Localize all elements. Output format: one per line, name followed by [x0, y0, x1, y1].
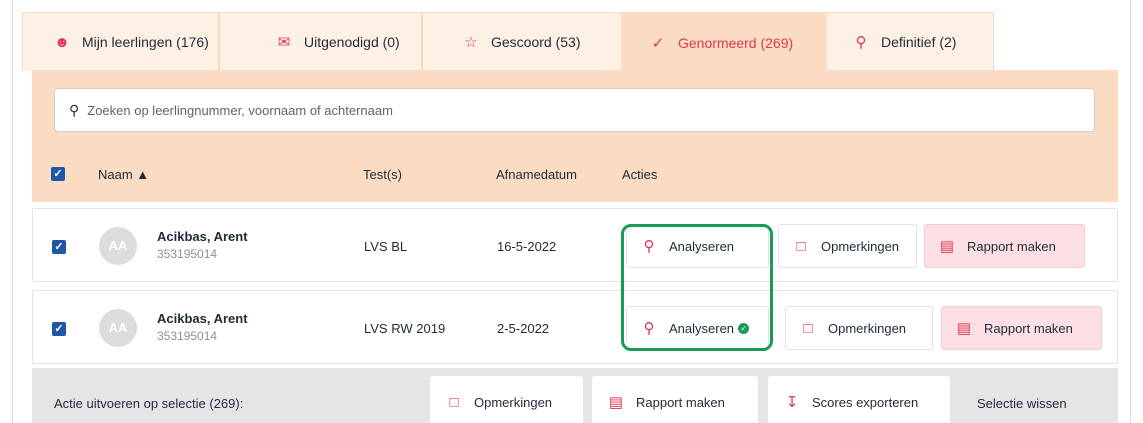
- student-number: 353195014: [157, 329, 218, 343]
- bulk-report-label: Rapport maken: [636, 394, 725, 410]
- column-header-name[interactable]: Naam ▲: [98, 167, 149, 182]
- download-icon: ↧: [785, 394, 799, 411]
- award-icon: ⚲: [855, 34, 867, 51]
- selection-action-bar: Actie uitvoeren op selectie (269): □ Opm…: [32, 368, 1118, 423]
- report-button[interactable]: ▤ Rapport maken: [941, 306, 1102, 350]
- remarks-button[interactable]: □ Opmerkingen: [778, 224, 917, 268]
- remarks-button[interactable]: □ Opmerkingen: [785, 306, 933, 350]
- search-placeholder: Zoeken op leerlingnummer, voornaam of ac…: [87, 102, 393, 118]
- tab-label: Definitief (2): [881, 34, 957, 50]
- student-number: 353195014: [157, 247, 218, 261]
- highlight-frame: [621, 224, 773, 351]
- student-name: Acikbas, Arent: [157, 229, 248, 244]
- student-name: Acikbas, Arent: [157, 311, 248, 326]
- remarks-label: Opmerkingen: [828, 320, 907, 336]
- avatar: AA: [99, 227, 137, 265]
- export-label: Scores exporteren: [812, 394, 919, 410]
- tab-label: Mijn leerlingen (176): [82, 34, 209, 50]
- comment-icon: □: [449, 393, 459, 411]
- check-circle-icon: ✓: [651, 34, 665, 52]
- test-name: LVS BL: [364, 239, 408, 254]
- test-date: 2-5-2022: [497, 321, 550, 336]
- star-icon: ☆: [464, 34, 478, 51]
- filter-panel: ⚲ Zoeken op leerlingnummer, voornaam of …: [32, 70, 1118, 202]
- remarks-label: Opmerkingen: [821, 238, 900, 254]
- tab-mijn-leerlingen[interactable]: ☻ Mijn leerlingen (176): [22, 12, 219, 71]
- tab-label: Uitgenodigd (0): [304, 34, 400, 50]
- comment-icon: □: [803, 319, 813, 337]
- document-icon: ▤: [956, 320, 972, 337]
- tab-uitgenodigd[interactable]: ✉ Uitgenodigd (0): [219, 12, 422, 71]
- report-button[interactable]: ▤ Rapport maken: [924, 224, 1085, 268]
- export-scores-button[interactable]: ↧ Scores exporteren: [768, 376, 950, 423]
- bulk-remarks-label: Opmerkingen: [474, 394, 553, 410]
- clear-selection-button[interactable]: Selectie wissen: [977, 396, 1067, 411]
- select-all-checkbox[interactable]: ✓: [51, 167, 65, 181]
- row-checkbox[interactable]: ✓: [52, 240, 66, 254]
- search-icon: ⚲: [69, 101, 80, 118]
- tab-gescoord[interactable]: ☆ Gescoord (53): [422, 12, 622, 71]
- column-header-tests: Test(s): [363, 167, 402, 182]
- column-header-actions: Acties: [622, 167, 658, 182]
- tab-definitief[interactable]: ⚲ Definitief (2): [826, 12, 994, 71]
- selection-label: Actie uitvoeren op selectie (269):: [54, 396, 244, 411]
- tab-label: Gescoord (53): [491, 34, 581, 50]
- bulk-remarks-button[interactable]: □ Opmerkingen: [430, 376, 583, 423]
- comment-icon: □: [796, 237, 806, 255]
- table-row: ✓ AA Acikbas, Arent 353195014 LVS RW 201…: [32, 290, 1118, 364]
- search-input[interactable]: ⚲ Zoeken op leerlingnummer, voornaam of …: [54, 88, 1095, 132]
- test-name: LVS RW 2019: [364, 321, 446, 336]
- tab-genormeerd[interactable]: ✓ Genormeerd (269): [622, 12, 826, 72]
- test-date: 16-5-2022: [497, 239, 557, 254]
- column-header-date: Afnamedatum: [496, 167, 577, 182]
- document-icon: ▤: [939, 238, 955, 255]
- tab-label: Genormeerd (269): [678, 34, 794, 51]
- document-icon: ▤: [608, 394, 624, 411]
- report-label: Rapport maken: [984, 320, 1073, 336]
- row-checkbox[interactable]: ✓: [52, 322, 66, 336]
- envelope-icon: ✉: [277, 34, 291, 51]
- report-label: Rapport maken: [967, 238, 1056, 254]
- table-row: ✓ AA Acikbas, Arent 353195014 LVS BL 16-…: [32, 208, 1118, 282]
- bulk-report-button[interactable]: ▤ Rapport maken: [592, 376, 758, 423]
- users-icon: ☻: [54, 33, 70, 51]
- avatar: AA: [99, 309, 137, 347]
